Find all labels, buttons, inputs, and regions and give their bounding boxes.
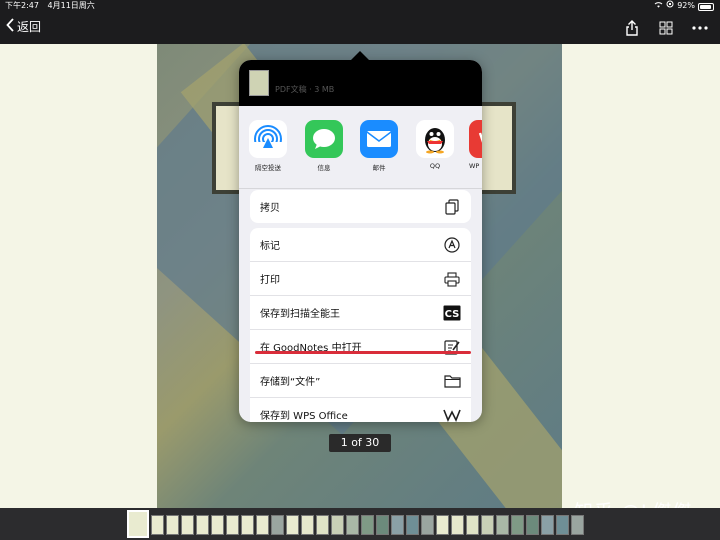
page-thumbnail[interactable] xyxy=(316,515,329,535)
action-label: 打印 xyxy=(260,275,280,286)
orientation-lock-icon xyxy=(666,0,674,12)
page-thumbnail[interactable] xyxy=(496,515,509,535)
messages-icon xyxy=(305,120,343,158)
page-thumbnail[interactable] xyxy=(331,515,344,535)
page-thumbnail[interactable] xyxy=(466,515,479,535)
status-bar: 下午2:47 4月11日周六 92% xyxy=(0,0,720,12)
action-save-wps-office[interactable]: 保存到 WPS Office xyxy=(250,398,471,422)
action-label: 标记 xyxy=(260,241,280,252)
action-label: 拷贝 xyxy=(260,203,280,214)
page-thumbnail[interactable] xyxy=(556,515,569,535)
page-thumbnail[interactable] xyxy=(181,515,194,535)
share-app-wps[interactable]: WP xyxy=(469,120,482,170)
action-label: 存储到“文件” xyxy=(260,377,321,388)
mail-icon xyxy=(360,120,398,158)
page-thumbnail[interactable] xyxy=(346,515,359,535)
share-app-label: 信息 xyxy=(317,164,331,172)
nav-actions xyxy=(622,18,710,38)
share-app-airdrop[interactable]: 隔空投送 xyxy=(248,120,288,172)
page-thumbnail[interactable] xyxy=(511,515,524,535)
share-app-label: 邮件 xyxy=(372,164,386,172)
back-button[interactable]: 返回 xyxy=(6,18,41,35)
page-thumbnail[interactable] xyxy=(286,515,299,535)
share-app-label: QQ xyxy=(429,162,441,170)
grid-view-icon[interactable] xyxy=(656,18,676,38)
svg-text:CS: CS xyxy=(445,309,460,320)
page-thumbnail[interactable] xyxy=(451,515,464,535)
airdrop-icon xyxy=(249,120,287,158)
page-thumbnail[interactable] xyxy=(166,515,179,535)
action-label: 保存到扫描全能王 xyxy=(260,309,340,320)
thumbnail-row xyxy=(127,510,584,538)
page-thumbnail[interactable] xyxy=(271,515,284,535)
status-indicators: 92% xyxy=(654,0,714,12)
share-apps-row: 隔空投送 信息 邮件 QQ WP xyxy=(239,106,482,189)
action-open-goodnotes[interactable]: 在 GoodNotes 中打开 xyxy=(250,330,471,364)
action-group-main: 标记 打印 保存到扫描全能王 CS 在 GoodNotes 中打开 存储到“文件… xyxy=(250,228,471,422)
share-app-messages[interactable]: 信息 xyxy=(304,120,344,172)
battery-percent: 92% xyxy=(677,1,695,10)
page-thumbnail[interactable] xyxy=(127,510,149,538)
page-thumbnail[interactable] xyxy=(421,515,434,535)
page-thumbnail[interactable] xyxy=(376,515,389,535)
file-info: PDF文稿 · 3 MB xyxy=(275,85,335,94)
more-icon[interactable] xyxy=(690,18,710,38)
page-thumbnail[interactable] xyxy=(241,515,254,535)
navigation-bar: 返回 xyxy=(0,12,720,44)
page-thumbnail[interactable] xyxy=(571,515,584,535)
page-thumbnail[interactable] xyxy=(226,515,239,535)
action-markup[interactable]: 标记 xyxy=(250,228,471,262)
page-thumbnail[interactable] xyxy=(361,515,374,535)
page-thumbnail[interactable] xyxy=(541,515,554,535)
action-group-copy: 拷贝 xyxy=(250,190,471,223)
status-date: 4月11日周六 xyxy=(47,1,95,10)
back-label: 返回 xyxy=(17,20,42,34)
page-thumbnail[interactable] xyxy=(406,515,419,535)
annotation-underline xyxy=(255,351,471,354)
page-thumbnail[interactable] xyxy=(196,515,209,535)
share-sheet-header: PDF文稿 · 3 MB xyxy=(239,60,482,106)
qq-icon xyxy=(416,120,454,158)
page-thumbnail[interactable] xyxy=(526,515,539,535)
page-thumbnail[interactable] xyxy=(301,515,314,535)
share-sheet: PDF文稿 · 3 MB 隔空投送 信息 邮件 QQ WP 拷贝 标记 打印 保… xyxy=(239,60,482,422)
share-app-label: 隔空投送 xyxy=(255,164,281,172)
copy-icon xyxy=(443,198,461,216)
action-copy[interactable]: 拷贝 xyxy=(250,190,471,223)
popover-arrow xyxy=(351,51,369,60)
file-thumbnail xyxy=(249,70,269,96)
share-app-label: WP xyxy=(469,162,480,170)
folder-icon xyxy=(443,372,461,390)
camscanner-icon: CS xyxy=(443,304,461,322)
thumbnail-strip[interactable] xyxy=(0,508,720,540)
print-icon xyxy=(443,270,461,288)
page-thumbnail[interactable] xyxy=(256,515,269,535)
battery-icon xyxy=(698,2,714,11)
chevron-left-icon xyxy=(6,18,14,35)
status-time: 下午2:47 xyxy=(5,1,39,10)
share-app-qq[interactable]: QQ xyxy=(415,120,455,170)
page-thumbnail[interactable] xyxy=(211,515,224,535)
status-time-date: 下午2:47 4月11日周六 xyxy=(5,0,95,12)
wps-icon xyxy=(469,120,482,158)
page-thumbnail[interactable] xyxy=(481,515,494,535)
page-indicator: 1 of 30 xyxy=(329,434,391,452)
wifi-icon xyxy=(654,0,663,12)
page-thumbnail[interactable] xyxy=(151,515,164,535)
wps-office-icon xyxy=(443,406,461,422)
page-thumbnail[interactable] xyxy=(436,515,449,535)
markup-icon xyxy=(443,236,461,254)
action-save-to-files[interactable]: 存储到“文件” xyxy=(250,364,471,398)
action-print[interactable]: 打印 xyxy=(250,262,471,296)
share-app-mail[interactable]: 邮件 xyxy=(359,120,399,172)
action-label: 保存到 WPS Office xyxy=(260,411,348,422)
page-thumbnail[interactable] xyxy=(391,515,404,535)
action-save-camscanner[interactable]: 保存到扫描全能王 CS xyxy=(250,296,471,330)
share-icon[interactable] xyxy=(622,18,642,38)
